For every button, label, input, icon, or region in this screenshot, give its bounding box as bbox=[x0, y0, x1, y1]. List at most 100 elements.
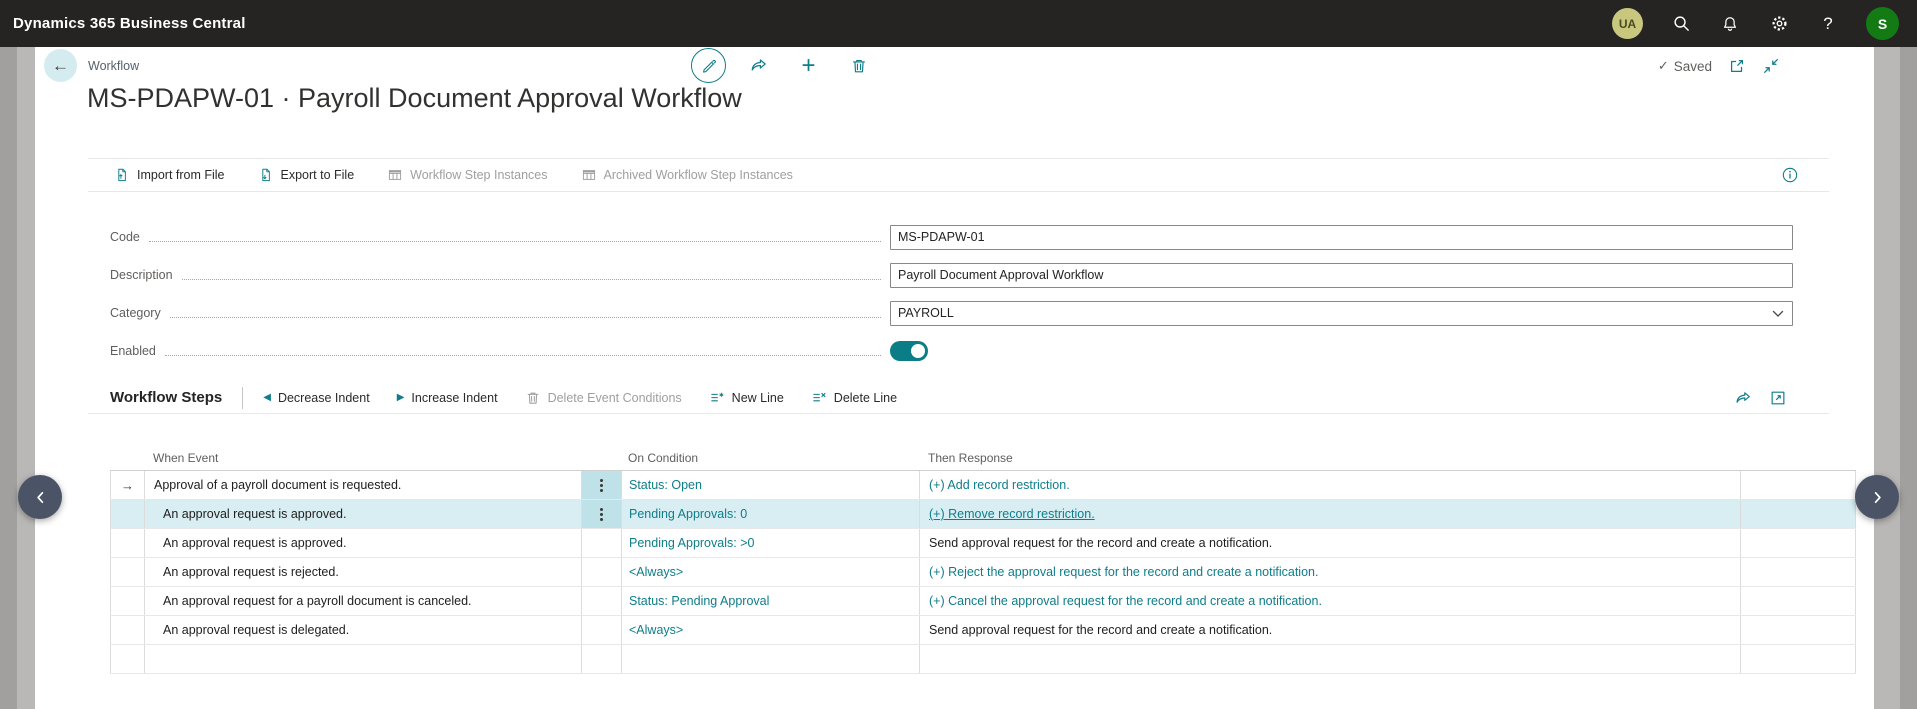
save-status-label: Saved bbox=[1674, 59, 1712, 74]
back-button[interactable]: ← bbox=[44, 49, 77, 82]
trailing-cell[interactable] bbox=[1740, 587, 1856, 615]
on-condition-cell[interactable]: Pending Approvals: 0 bbox=[621, 500, 919, 528]
description-input[interactable] bbox=[890, 263, 1793, 288]
when-event-cell[interactable]: An approval request is approved. bbox=[144, 500, 581, 528]
then-response-cell[interactable]: (+) Add record restriction. bbox=[919, 471, 1740, 499]
trailing-cell[interactable] bbox=[1740, 500, 1856, 528]
column-header-when-event[interactable]: When Event bbox=[144, 451, 581, 465]
breadcrumb[interactable]: Workflow bbox=[88, 59, 139, 73]
trailing-cell[interactable] bbox=[1740, 616, 1856, 644]
field-label: Code bbox=[110, 230, 140, 244]
row-indicator-cell[interactable] bbox=[110, 529, 144, 557]
trailing-cell[interactable] bbox=[1740, 471, 1856, 499]
edit-button[interactable] bbox=[691, 48, 726, 83]
workflow-steps-right-actions bbox=[1734, 389, 1787, 407]
chevron-right-icon bbox=[1870, 490, 1885, 505]
info-icon[interactable] bbox=[1781, 166, 1799, 184]
response-link[interactable]: Send approval request for the record and… bbox=[929, 536, 1272, 550]
on-condition-cell[interactable]: <Always> bbox=[621, 616, 919, 644]
settings-gear-icon[interactable] bbox=[1768, 13, 1790, 35]
then-response-cell[interactable]: Send approval request for the record and… bbox=[919, 529, 1740, 557]
trailing-cell[interactable] bbox=[1740, 645, 1856, 673]
new-button[interactable]: + bbox=[791, 48, 826, 83]
code-input[interactable] bbox=[890, 225, 1793, 250]
when-event-cell[interactable]: An approval request is approved. bbox=[144, 529, 581, 557]
row-indicator-cell[interactable]: → bbox=[110, 471, 144, 499]
when-event-cell[interactable]: An approval request is delegated. bbox=[144, 616, 581, 644]
previous-record-button[interactable] bbox=[18, 475, 62, 519]
delete-button[interactable] bbox=[841, 48, 876, 83]
response-link[interactable]: (+) Reject the approval request for the … bbox=[929, 565, 1318, 579]
help-icon[interactable]: ? bbox=[1817, 13, 1839, 35]
response-link[interactable]: (+) Add record restriction. bbox=[929, 478, 1070, 492]
then-response-cell[interactable]: (+) Cancel the approval request for the … bbox=[919, 587, 1740, 615]
action-label: Export to File bbox=[281, 168, 355, 182]
on-condition-cell[interactable]: Status: Pending Approval bbox=[621, 587, 919, 615]
assist-edit-button[interactable] bbox=[581, 471, 621, 499]
row-indicator-cell[interactable] bbox=[110, 587, 144, 615]
enabled-toggle[interactable] bbox=[890, 341, 928, 361]
next-record-button[interactable] bbox=[1855, 475, 1899, 519]
condition-link[interactable]: Status: Open bbox=[629, 478, 702, 492]
on-condition-cell[interactable]: <Always> bbox=[621, 558, 919, 586]
steps-action-decrease-indent[interactable]: ◀Decrease Indent bbox=[263, 391, 369, 405]
column-header-then-response[interactable]: Then Response bbox=[919, 451, 1740, 465]
share-grid-icon[interactable] bbox=[1734, 389, 1752, 407]
notifications-bell-icon[interactable] bbox=[1719, 13, 1741, 35]
column-header-on-condition[interactable]: On Condition bbox=[621, 451, 919, 465]
then-response-cell[interactable] bbox=[919, 645, 1740, 673]
table-row: An approval request is approved. Pending … bbox=[110, 500, 1856, 529]
when-event-cell[interactable]: An approval request for a payroll docume… bbox=[144, 587, 581, 615]
action-export-to-file[interactable]: Export to File bbox=[258, 167, 355, 183]
save-status: ✓ Saved bbox=[1658, 58, 1712, 74]
condition-link[interactable]: <Always> bbox=[629, 623, 683, 637]
condition-link[interactable]: Status: Pending Approval bbox=[629, 594, 769, 608]
response-link[interactable]: (+) Remove record restriction. bbox=[929, 507, 1095, 521]
row-indicator-cell[interactable] bbox=[110, 645, 144, 673]
collapse-arrows-icon[interactable] bbox=[1762, 57, 1780, 75]
on-condition-cell[interactable] bbox=[621, 645, 919, 673]
on-condition-cell[interactable]: Pending Approvals: >0 bbox=[621, 529, 919, 557]
ellipsis-vertical-icon bbox=[600, 484, 603, 487]
search-icon[interactable] bbox=[1670, 13, 1692, 35]
company-avatar[interactable]: UA bbox=[1612, 8, 1643, 39]
then-response-cell[interactable]: (+) Remove record restriction. bbox=[919, 500, 1740, 528]
trailing-cell[interactable] bbox=[1740, 558, 1856, 586]
record-actions: + bbox=[691, 48, 876, 83]
row-indicator-cell[interactable] bbox=[110, 616, 144, 644]
assist-edit-cell[interactable] bbox=[581, 558, 621, 586]
response-link[interactable]: Send approval request for the record and… bbox=[929, 623, 1272, 637]
field-row-category: Category PAYROLL bbox=[110, 294, 1793, 332]
then-response-cell[interactable]: Send approval request for the record and… bbox=[919, 616, 1740, 644]
condition-link[interactable]: Pending Approvals: >0 bbox=[629, 536, 754, 550]
when-event-cell[interactable]: Approval of a payroll document is reques… bbox=[144, 471, 581, 499]
steps-action-delete-line[interactable]: Delete Line bbox=[811, 390, 897, 406]
condition-link[interactable]: <Always> bbox=[629, 565, 683, 579]
popout-grid-icon[interactable] bbox=[1769, 389, 1787, 407]
then-response-cell[interactable]: (+) Reject the approval request for the … bbox=[919, 558, 1740, 586]
field-row-code: Code bbox=[110, 218, 1793, 256]
assist-edit-cell[interactable] bbox=[581, 616, 621, 644]
when-event-cell[interactable] bbox=[144, 645, 581, 673]
steps-action-increase-indent[interactable]: ▶Increase Indent bbox=[397, 391, 498, 405]
on-condition-cell[interactable]: Status: Open bbox=[621, 471, 919, 499]
user-avatar[interactable]: S bbox=[1866, 7, 1899, 40]
triangle-left-icon: ◀ bbox=[263, 393, 271, 403]
row-indicator-cell[interactable] bbox=[110, 558, 144, 586]
condition-link[interactable]: Pending Approvals: 0 bbox=[629, 507, 747, 521]
assist-edit-button[interactable] bbox=[581, 500, 621, 528]
category-select[interactable]: PAYROLL bbox=[890, 301, 1793, 326]
assist-edit-cell[interactable] bbox=[581, 529, 621, 557]
steps-action-new-line[interactable]: New Line bbox=[709, 390, 784, 406]
assist-edit-cell[interactable] bbox=[581, 587, 621, 615]
when-event-cell[interactable]: An approval request is rejected. bbox=[144, 558, 581, 586]
share-button[interactable] bbox=[741, 48, 776, 83]
trailing-cell[interactable] bbox=[1740, 529, 1856, 557]
action-import-from-file[interactable]: Import from File bbox=[114, 167, 225, 183]
action-workflow-step-instances: Workflow Step Instances bbox=[387, 167, 547, 183]
response-link[interactable]: (+) Cancel the approval request for the … bbox=[929, 594, 1322, 608]
open-in-new-window-icon[interactable] bbox=[1728, 57, 1746, 75]
table-icon bbox=[581, 167, 597, 183]
row-indicator-cell[interactable] bbox=[110, 500, 144, 528]
assist-edit-cell[interactable] bbox=[581, 645, 621, 673]
